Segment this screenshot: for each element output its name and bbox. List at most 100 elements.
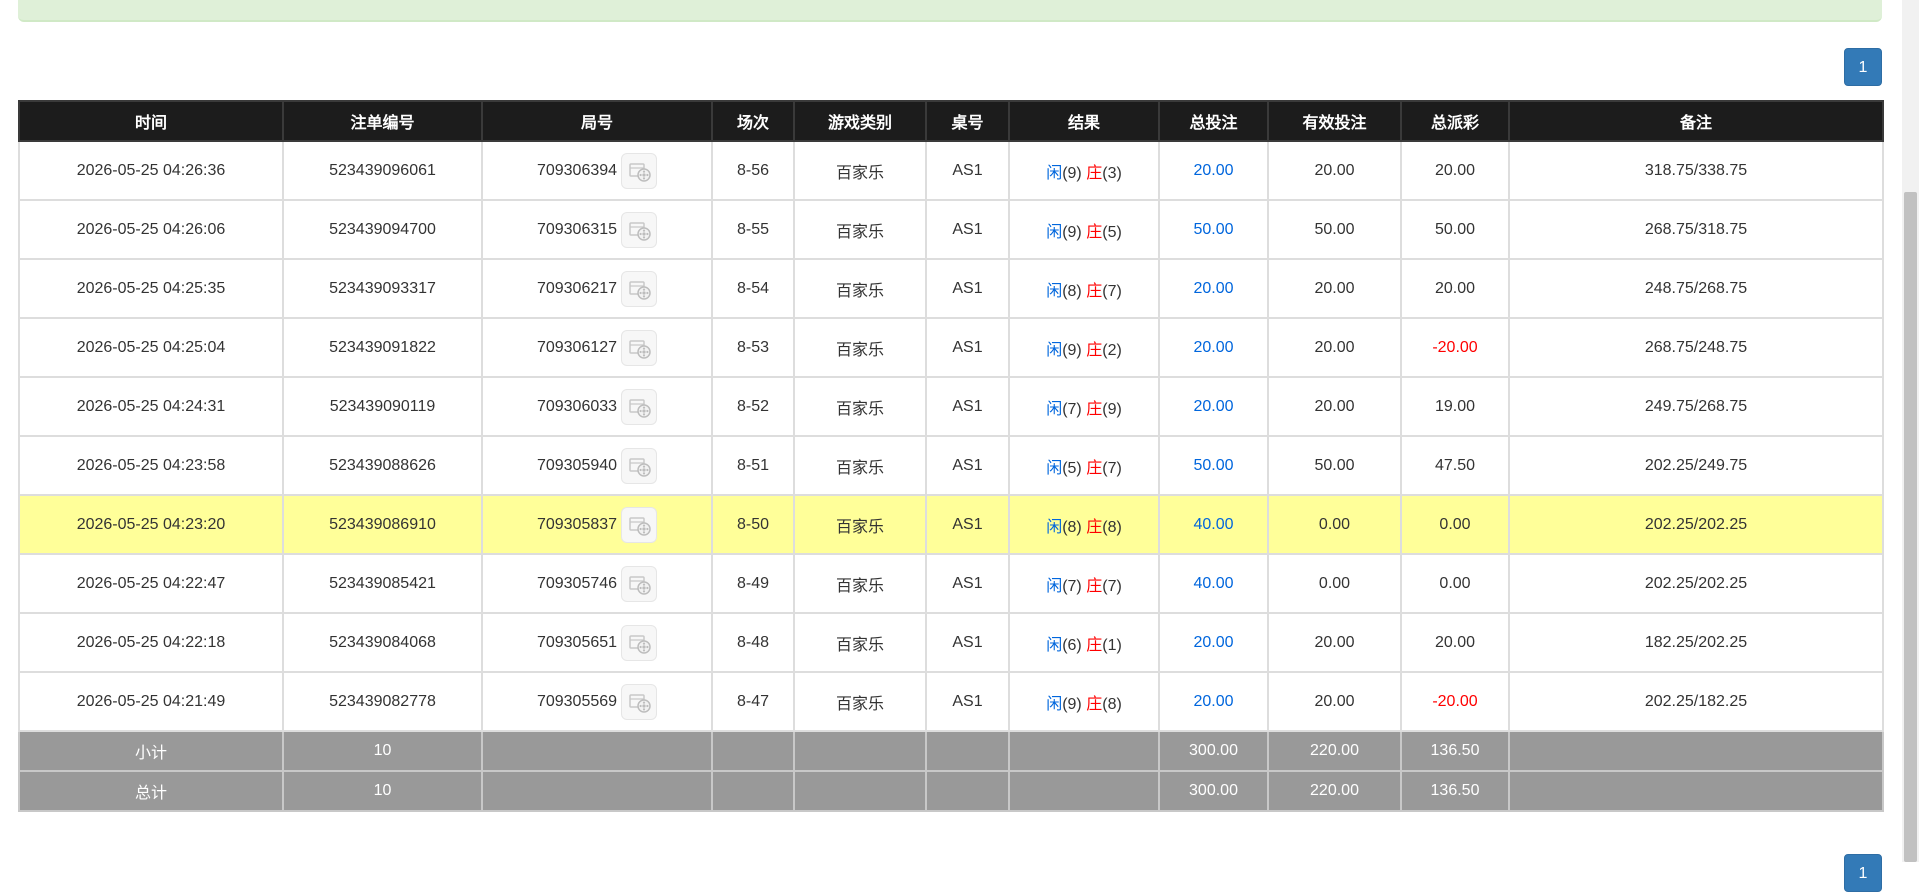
banker-score: (5) (1102, 223, 1122, 241)
bet-number: 523439096061 (282, 140, 483, 201)
player-score: (7) (1062, 577, 1082, 595)
film-reel-icon[interactable] (621, 211, 658, 248)
bet-number: 523439084068 (282, 612, 483, 673)
film-reel-icon[interactable] (621, 683, 658, 720)
result-cell: 闲(9) 庄(2) (1008, 317, 1160, 378)
session-number: 8-56 (711, 140, 795, 201)
film-reel-icon[interactable] (621, 506, 658, 543)
table-number: AS1 (925, 376, 1010, 437)
round-number: 709306394 (536, 161, 618, 179)
round-number-cell: 709305837 (481, 494, 713, 555)
table-row[interactable]: 2026-05-25 04:26:36 523439096061 709306394… (18, 140, 1884, 201)
table-row[interactable]: 2026-05-25 04:21:49 523439082778 709305569… (18, 671, 1884, 732)
film-reel-icon[interactable] (621, 329, 658, 366)
grand-total-label: 总计 (18, 770, 284, 812)
player-label: 闲 (1046, 164, 1063, 182)
note: 202.25/182.25 (1508, 671, 1884, 732)
bet-time: 2026-05-25 04:26:06 (18, 199, 284, 260)
grand-total-row: 总计 10 300.00 220.00 136.50 (18, 770, 1884, 812)
valid-bet: 20.00 (1267, 612, 1402, 673)
film-reel-icon[interactable] (621, 565, 658, 602)
valid-bet: 20.00 (1267, 258, 1402, 319)
round-number-cell: 709306394 (481, 140, 713, 201)
table-header-row: 时间 注单编号 局号 场次 游戏类别 桌号 结果 总投注 有效投注 总派彩 备注 (18, 100, 1884, 142)
round-number-cell: 709306127 (481, 317, 713, 378)
film-reel-icon[interactable] (621, 152, 658, 189)
total-payout: 20.00 (1400, 612, 1510, 673)
player-label: 闲 (1046, 636, 1063, 654)
table-row[interactable]: 2026-05-25 04:23:20 523439086910 709305837… (18, 494, 1884, 555)
total-payout: 50.00 (1400, 199, 1510, 260)
table-number: AS1 (925, 258, 1010, 319)
player-score: (9) (1062, 164, 1082, 182)
result-cell: 闲(8) 庄(7) (1008, 258, 1160, 319)
banker-label: 庄 (1086, 400, 1103, 418)
banker-score: (9) (1102, 400, 1122, 418)
round-number: 709305569 (536, 692, 618, 710)
total-payout: -20.00 (1400, 317, 1510, 378)
bet-number: 523439086910 (282, 494, 483, 555)
empty-cell (711, 770, 795, 812)
subtotal-valid-bet: 220.00 (1267, 730, 1402, 772)
valid-bet: 20.00 (1267, 376, 1402, 437)
empty-cell (1508, 730, 1884, 772)
table-row[interactable]: 2026-05-25 04:25:35 523439093317 709306217… (18, 258, 1884, 319)
session-number: 8-53 (711, 317, 795, 378)
table-row[interactable]: 2026-05-25 04:22:18 523439084068 709305651… (18, 612, 1884, 673)
bet-number: 523439094700 (282, 199, 483, 260)
scrollbar-thumb[interactable] (1904, 192, 1917, 862)
film-reel-icon[interactable] (621, 447, 658, 484)
total-payout: -20.00 (1400, 671, 1510, 732)
film-reel-icon[interactable] (621, 624, 658, 661)
note: 202.25/249.75 (1508, 435, 1884, 496)
bet-time: 2026-05-25 04:23:20 (18, 494, 284, 555)
note: 182.25/202.25 (1508, 612, 1884, 673)
pagination-page-button[interactable]: 1 (1844, 48, 1882, 86)
total-bet: 20.00 (1158, 140, 1269, 201)
note: 202.25/202.25 (1508, 494, 1884, 555)
table-row[interactable]: 2026-05-25 04:24:31 523439090119 709306033… (18, 376, 1884, 437)
total-payout: 19.00 (1400, 376, 1510, 437)
player-score: (8) (1062, 518, 1082, 536)
game-type: 百家乐 (793, 494, 927, 555)
round-number: 709306217 (536, 279, 618, 297)
total-bet: 40.00 (1158, 553, 1269, 614)
result-cell: 闲(8) 庄(8) (1008, 494, 1160, 555)
game-type: 百家乐 (793, 671, 927, 732)
table-row[interactable]: 2026-05-25 04:26:06 523439094700 709306315… (18, 199, 1884, 260)
empty-cell (793, 730, 927, 772)
empty-cell (711, 730, 795, 772)
table-row[interactable]: 2026-05-25 04:22:47 523439085421 709305746… (18, 553, 1884, 614)
empty-cell (481, 770, 713, 812)
game-type: 百家乐 (793, 376, 927, 437)
film-reel-icon[interactable] (621, 388, 658, 425)
table-number: AS1 (925, 612, 1010, 673)
banker-label: 庄 (1086, 341, 1103, 359)
total-bet: 20.00 (1158, 258, 1269, 319)
bet-number: 523439082778 (282, 671, 483, 732)
player-score: (9) (1062, 695, 1082, 713)
banker-score: (8) (1102, 518, 1122, 536)
banker-score: (3) (1102, 164, 1122, 182)
empty-cell (481, 730, 713, 772)
round-number-cell: 709305651 (481, 612, 713, 673)
bet-time: 2026-05-25 04:22:18 (18, 612, 284, 673)
table-number: AS1 (925, 494, 1010, 555)
note: 268.75/248.75 (1508, 317, 1884, 378)
result-cell: 闲(5) 庄(7) (1008, 435, 1160, 496)
player-score: (5) (1062, 459, 1082, 477)
banker-label: 庄 (1086, 223, 1103, 241)
note: 248.75/268.75 (1508, 258, 1884, 319)
header-bet-number: 注单编号 (282, 100, 483, 142)
round-number: 709305651 (536, 633, 618, 651)
film-reel-icon[interactable] (621, 270, 658, 307)
round-number: 709305746 (536, 574, 618, 592)
valid-bet: 20.00 (1267, 317, 1402, 378)
pagination-page-button-bottom[interactable]: 1 (1844, 854, 1882, 892)
subtotal-row: 小计 10 300.00 220.00 136.50 (18, 730, 1884, 772)
table-row[interactable]: 2026-05-25 04:25:04 523439091822 709306127… (18, 317, 1884, 378)
session-number: 8-51 (711, 435, 795, 496)
total-bet: 20.00 (1158, 671, 1269, 732)
valid-bet: 20.00 (1267, 671, 1402, 732)
table-row[interactable]: 2026-05-25 04:23:58 523439088626 709305940… (18, 435, 1884, 496)
